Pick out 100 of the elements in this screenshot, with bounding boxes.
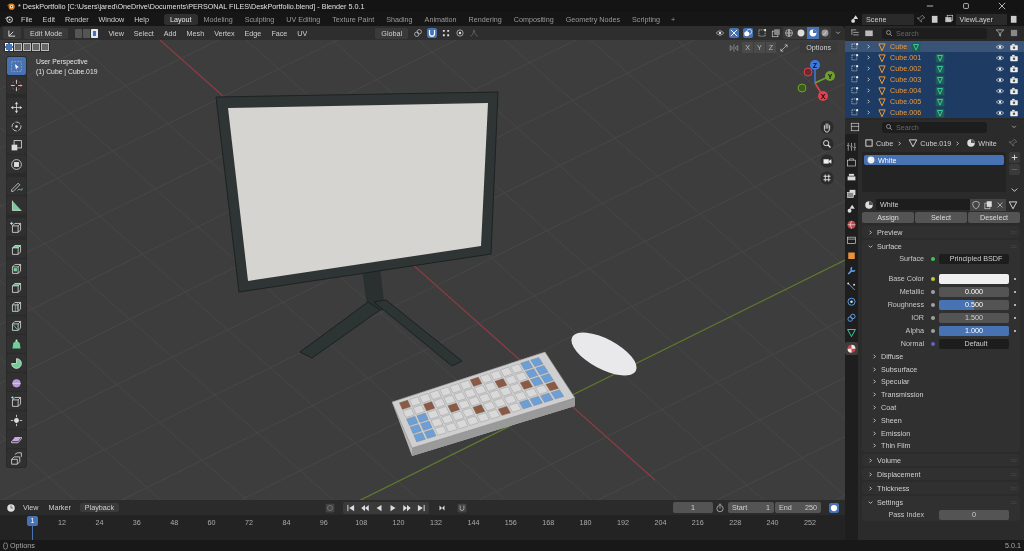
tool-button[interactable] [7,411,26,429]
edit-mode-icon[interactable] [850,107,860,118]
mirror-icon[interactable] [729,42,740,53]
rendered-icon[interactable] [819,27,831,39]
properties-editor-icon[interactable] [850,122,860,132]
camera-back-icon[interactable] [845,155,858,169]
tool-button[interactable] [7,117,26,135]
tool-button[interactable] [7,316,26,334]
new-collection-icon[interactable] [1009,28,1019,38]
grid-icon[interactable] [820,171,834,185]
pin-icon[interactable] [915,14,926,24]
select-new-icon[interactable] [5,43,13,51]
mesh-data-icon[interactable] [935,52,946,63]
xray-icon[interactable] [771,28,781,38]
add-icon[interactable] [1009,152,1020,163]
solid-icon[interactable] [795,27,807,39]
proportional-icon[interactable] [455,28,466,38]
tool-button[interactable] [7,430,26,448]
unlink-icon[interactable] [994,198,1006,211]
tool-button[interactable] [7,449,26,467]
duplicate-icon[interactable] [982,198,994,211]
select-invert-icon[interactable] [32,43,40,51]
mesh-data-icon[interactable] [935,107,946,118]
blender-logo-icon[interactable] [4,14,14,24]
orbit-icon[interactable] [845,295,858,309]
mesh-data-icon[interactable] [935,85,946,96]
clock-icon[interactable] [6,502,16,513]
tool-button[interactable] [7,373,26,391]
record-icon[interactable] [325,502,335,513]
camera-view-icon[interactable] [829,502,839,513]
camera-icon[interactable] [1009,41,1019,52]
snap-grid-icon[interactable] [441,28,452,38]
material-icon[interactable] [845,341,858,355]
edit-mode-icon[interactable] [850,52,860,63]
gizmo-toggle-icon[interactable] [729,28,739,38]
jump-start-icon[interactable] [346,502,356,513]
editor-type-button[interactable] [3,27,21,39]
camera-icon[interactable] [1009,96,1019,107]
camera-icon[interactable] [1009,85,1019,96]
color-swatch[interactable] [939,273,1009,284]
mesh-data-icon[interactable] [935,63,946,74]
expand-arrows-icon[interactable] [779,42,790,53]
mesh-data-icon[interactable] [935,96,946,107]
mesh-data-icon[interactable] [935,74,946,85]
shapes-icon[interactable] [845,202,858,216]
wireframe-icon[interactable] [783,27,795,39]
select-extend-icon[interactable] [14,43,22,51]
edit-mode-icon[interactable] [850,74,860,85]
edit-mode-icon[interactable] [850,41,860,52]
tool-button[interactable] [7,278,26,296]
shield-icon[interactable] [970,198,982,211]
zoom-icon[interactable] [820,137,834,151]
link-icon[interactable] [413,28,424,38]
magnet-icon[interactable] [427,28,438,38]
display-mode-icon[interactable] [864,28,874,38]
mesh-icon[interactable] [845,326,858,340]
select-intersect-icon[interactable] [41,43,49,51]
camera-icon[interactable] [1009,74,1019,85]
visibility-icon[interactable] [715,28,725,38]
tool-button[interactable] [7,136,26,154]
new-layer-icon[interactable] [1009,14,1019,24]
stopwatch-icon[interactable] [715,502,725,513]
camera-icon[interactable] [1009,63,1019,74]
tool-button[interactable] [7,155,26,173]
scene-icon[interactable] [850,14,860,24]
tool-button[interactable] [7,392,26,410]
edit-mode-icon[interactable] [850,63,860,74]
tool-button[interactable] [7,76,26,94]
camera-icon[interactable] [820,154,834,168]
tool-button[interactable] [7,297,26,315]
camera-icon[interactable] [1009,52,1019,63]
view-layer-icon[interactable] [943,14,954,24]
close-icon[interactable] [998,2,1006,10]
material-browse-icon[interactable] [864,199,874,210]
minimize-icon[interactable] [926,2,934,10]
tool-button[interactable] [7,259,26,277]
tool-button[interactable] [7,335,26,353]
mesh-data-icon[interactable] [911,41,922,52]
hand-icon[interactable] [820,120,834,134]
edit-mode-icon[interactable] [850,96,860,107]
tool-icon[interactable] [845,140,858,154]
edit-mode-icon[interactable] [850,85,860,96]
tool-button[interactable] [7,240,26,258]
outliner-icon[interactable] [850,28,860,38]
camera-icon[interactable] [1009,107,1019,118]
new-scene-icon[interactable] [929,14,940,24]
select-subtract-icon[interactable] [23,43,31,51]
mesh-overlay-icon[interactable] [757,28,767,38]
tool-button[interactable] [7,354,26,372]
previous-key-icon[interactable] [360,502,370,513]
jump-end-icon[interactable] [416,502,426,513]
tool-button[interactable] [7,98,26,116]
mesh-link-icon[interactable] [1008,199,1018,210]
pin-icon[interactable] [1008,138,1018,148]
maximize-icon[interactable] [962,2,970,10]
filter-icon[interactable] [995,28,1005,38]
play-reverse-icon[interactable] [374,502,384,513]
overlay-icon[interactable] [743,28,753,38]
face-select-button[interactable] [91,28,99,38]
tool-button[interactable] [7,218,26,236]
